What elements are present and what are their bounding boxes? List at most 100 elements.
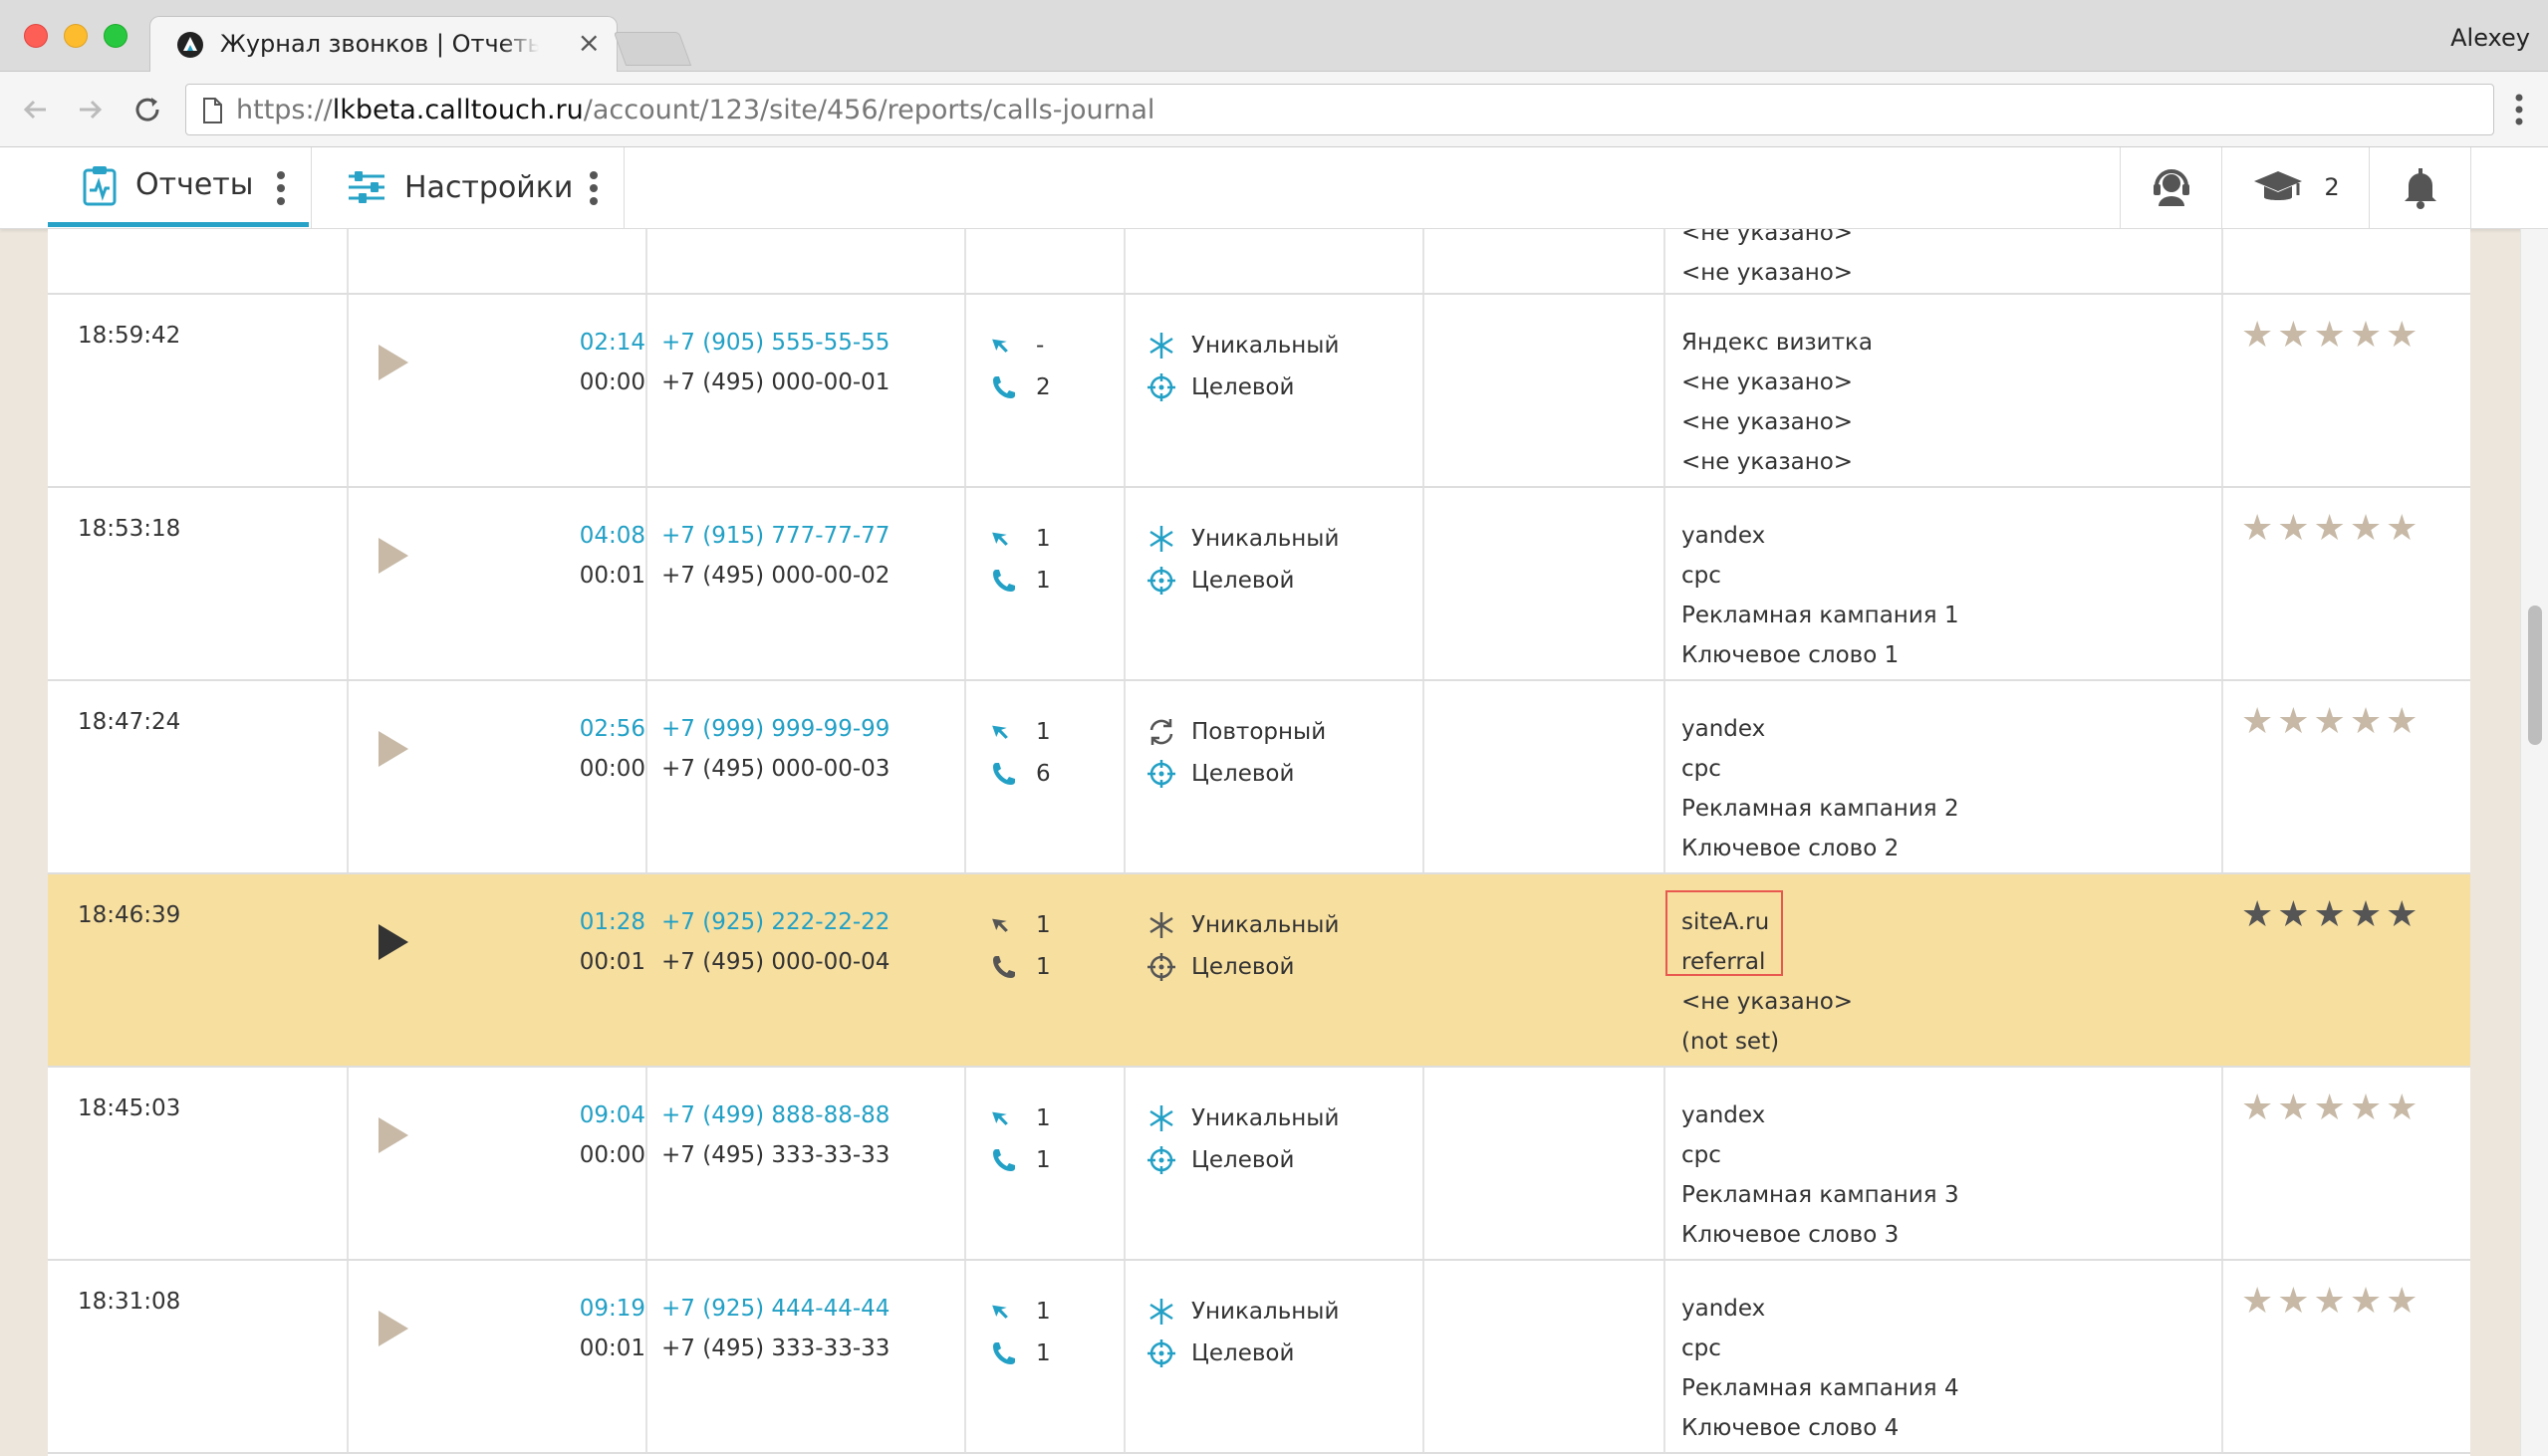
table-row[interactable]: <не указано> <не указано> — [48, 229, 2470, 295]
caller-number-link[interactable]: +7 (999) 999-99-99 — [661, 709, 890, 749]
column-divider — [2221, 295, 2223, 486]
column-divider — [1422, 229, 1424, 293]
tag-target-label: Целевой — [1191, 568, 1295, 594]
browser-tab-active[interactable]: Журнал звонков | Отчеты | Calltouch × — [149, 16, 618, 73]
tab-reports[interactable]: Отчеты — [48, 147, 309, 227]
table-row[interactable]: 18:31:08 09:19 00:01 +7 (925) 444-44-44 … — [48, 1261, 2470, 1454]
calls-value: 1 — [1036, 1147, 1051, 1173]
tag-target: Целевой — [1146, 560, 1339, 602]
tag-uniqueness: Повторный — [1146, 711, 1326, 753]
caller-number-link[interactable]: +7 (925) 444-44-44 — [661, 1289, 890, 1329]
play-recording-icon[interactable] — [379, 538, 408, 574]
visits-count: 1 — [990, 1097, 1051, 1139]
duration-cell: 01:28 00:01 — [580, 902, 645, 982]
duration-cell: 09:04 00:00 — [580, 1095, 645, 1175]
back-arrow-icon[interactable] — [16, 90, 56, 129]
visits-value: 1 — [1036, 912, 1051, 938]
tab-settings[interactable]: Настройки — [313, 147, 622, 227]
play-recording-icon[interactable] — [379, 1117, 408, 1153]
play-recording-icon[interactable] — [379, 345, 408, 380]
rating-stars[interactable]: ★★★★★ — [2241, 894, 2421, 935]
rating-stars[interactable]: ★★★★★ — [2241, 508, 2421, 549]
source-line: <не указано> — [1681, 369, 1854, 395]
notifications-button[interactable] — [2371, 147, 2470, 227]
caller-number-link[interactable]: +7 (925) 222-22-22 — [661, 902, 890, 942]
source-line: Рекламная кампания 2 — [1681, 796, 1959, 822]
tag-target: Целевой — [1146, 1333, 1339, 1374]
column-divider — [645, 1068, 647, 1259]
source-line: Рекламная кампания 3 — [1681, 1182, 1959, 1208]
rating-stars[interactable]: ★★★★★ — [2241, 1281, 2421, 1322]
caller-number-link[interactable]: +7 (499) 888-88-88 — [661, 1095, 890, 1135]
education-button[interactable]: 2 — [2223, 147, 2369, 227]
settings-more-icon[interactable] — [584, 167, 604, 209]
close-tab-icon[interactable]: × — [578, 25, 601, 61]
graduation-cap-icon — [2254, 171, 2303, 200]
column-divider — [347, 874, 349, 1066]
scrollbar-thumb[interactable] — [2528, 606, 2542, 745]
column-divider — [1663, 681, 1665, 872]
target-crosshair-icon — [1147, 1146, 1175, 1174]
tag-uniqueness-label: Уникальный — [1191, 526, 1340, 552]
column-divider — [645, 874, 647, 1066]
play-recording-icon[interactable] — [379, 1311, 408, 1346]
close-window-button[interactable] — [24, 24, 48, 48]
source-cell: yandex cpc Рекламная кампания 3 Ключевое… — [1681, 1095, 1959, 1255]
maximize-window-button[interactable] — [104, 24, 127, 48]
reload-icon[interactable] — [127, 90, 167, 129]
minimize-window-button[interactable] — [64, 24, 88, 48]
column-divider — [964, 295, 966, 486]
caller-number-link[interactable]: +7 (915) 777-77-77 — [661, 516, 890, 556]
table-row[interactable]: 18:45:03 09:04 00:00 +7 (499) 888-88-88 … — [48, 1068, 2470, 1261]
table-row[interactable]: 18:46:39 01:28 00:01 +7 (925) 222-22-22 … — [48, 874, 2470, 1068]
column-divider — [1663, 295, 1665, 486]
column-divider — [964, 874, 966, 1066]
unique-asterisk-icon — [1149, 912, 1173, 938]
play-recording-icon[interactable] — [379, 731, 408, 767]
counts-cell: 1 1 — [990, 1097, 1051, 1181]
table-row[interactable]: 18:59:42 02:14 00:00 +7 (905) 555-55-55 … — [48, 295, 2470, 488]
support-button[interactable] — [2122, 147, 2221, 227]
call-time: 18:59:42 — [78, 323, 181, 349]
cursor-arrow-icon — [992, 532, 1008, 546]
calls-value: 1 — [1036, 568, 1051, 594]
source-cell: yandex cpc Рекламная кампания 1 Ключевое… — [1681, 516, 1959, 675]
clipboard-chart-icon — [83, 165, 117, 205]
tag-uniqueness: Уникальный — [1146, 1097, 1339, 1139]
page-info-icon[interactable] — [200, 97, 224, 124]
rating-stars[interactable]: ★★★★★ — [2241, 1088, 2421, 1128]
table-row[interactable]: 18:47:24 02:56 00:00 +7 (999) 999-99-99 … — [48, 681, 2470, 874]
column-divider — [964, 1261, 966, 1452]
rating-stars[interactable]: ★★★★★ — [2241, 315, 2421, 356]
caller-number-link[interactable]: +7 (905) 555-55-55 — [661, 323, 890, 363]
talk-duration: 04:08 — [579, 523, 645, 549]
url-text[interactable]: https://lkbeta.calltouch.ru/account/123/… — [236, 95, 1154, 125]
source-line: (not set) — [1681, 1029, 1780, 1055]
column-divider — [2221, 681, 2223, 872]
source-line: Рекламная кампания 4 — [1681, 1375, 1959, 1401]
table-row[interactable]: 18:53:18 04:08 00:01 +7 (915) 777-77-77 … — [48, 488, 2470, 681]
wait-duration: 00:01 — [579, 1335, 645, 1361]
play-recording-icon[interactable] — [379, 924, 408, 960]
target-crosshair-icon — [1147, 760, 1175, 788]
tag-target-label: Целевой — [1191, 1340, 1295, 1366]
unique-asterisk-icon — [1149, 333, 1173, 359]
url-host: lkbeta.calltouch.ru — [332, 95, 584, 125]
rating-stars[interactable]: ★★★★★ — [2241, 701, 2421, 742]
forward-arrow-icon[interactable] — [70, 90, 110, 129]
column-divider — [1422, 1068, 1424, 1259]
scrollbar-track[interactable] — [2520, 229, 2548, 1456]
reports-more-icon[interactable] — [271, 167, 291, 209]
tag-target: Целевой — [1146, 366, 1339, 408]
address-bar[interactable]: https://lkbeta.calltouch.ru/account/123/… — [185, 84, 2494, 135]
counts-cell: 1 1 — [990, 904, 1051, 988]
talk-duration: 02:14 — [579, 330, 645, 356]
browser-toolbar: https://lkbeta.calltouch.ru/account/123/… — [0, 72, 2548, 147]
url-path: /account/123/site/456/reports/calls-jour… — [583, 95, 1155, 125]
column-divider — [1422, 488, 1424, 679]
browser-menu-icon[interactable] — [2504, 86, 2534, 133]
wait-duration: 00:00 — [579, 756, 645, 782]
tags-cell: Уникальный Целевой — [1146, 904, 1339, 988]
browser-profile-name[interactable]: Alexey — [2450, 24, 2530, 52]
new-tab-button[interactable] — [613, 32, 692, 66]
